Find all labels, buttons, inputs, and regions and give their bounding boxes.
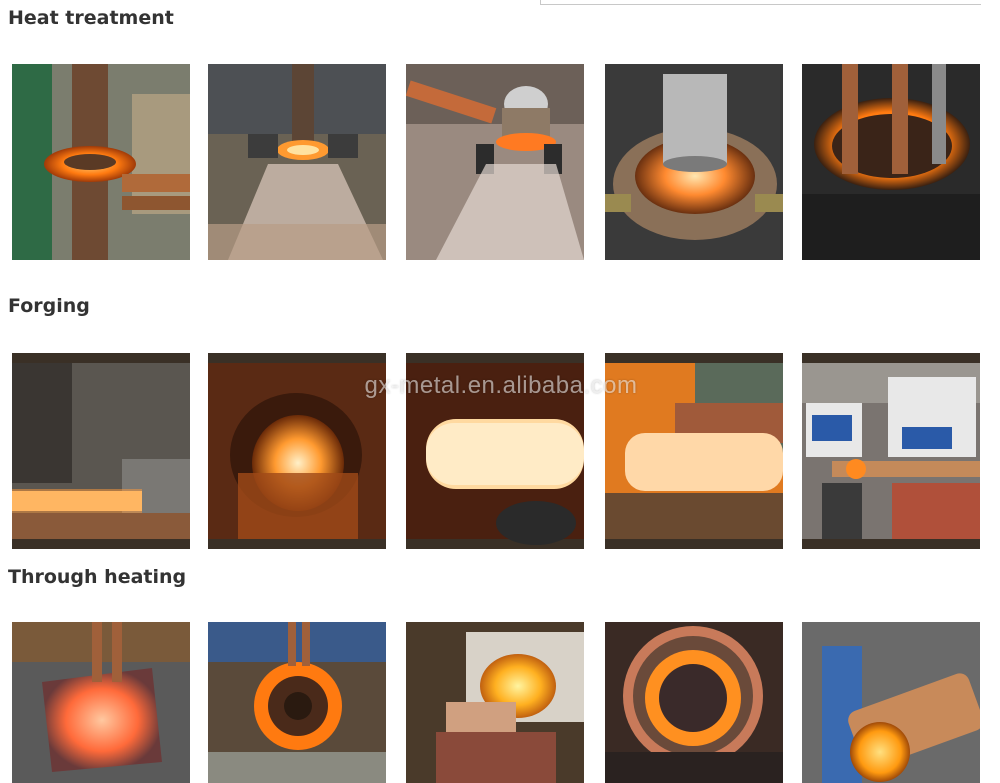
photo-bar-furnace [12, 353, 190, 549]
top-border-line [540, 0, 981, 5]
photo-cylinder-coil [605, 64, 783, 260]
photo-quench-spray [208, 64, 386, 260]
photo-ball-quench [406, 64, 584, 260]
photo-pipe-coil [802, 64, 980, 260]
section-title-forging: Forging [8, 295, 90, 317]
section-title-heat-treatment: Heat treatment [8, 7, 174, 29]
watermark-text: gx-metal.en.alibaba.com [364, 372, 638, 399]
photo-rod-in-coil [802, 622, 980, 783]
photo-shaft-ring-coil [12, 64, 190, 260]
photo-machines-and-coil [802, 353, 980, 549]
section-title-through-heating: Through heating [8, 566, 187, 588]
photo-gear-heating [208, 622, 386, 783]
photo-gear-in-coil [605, 622, 783, 783]
photo-plate-heating [12, 622, 190, 783]
photo-glowing-cylinder [406, 622, 584, 783]
